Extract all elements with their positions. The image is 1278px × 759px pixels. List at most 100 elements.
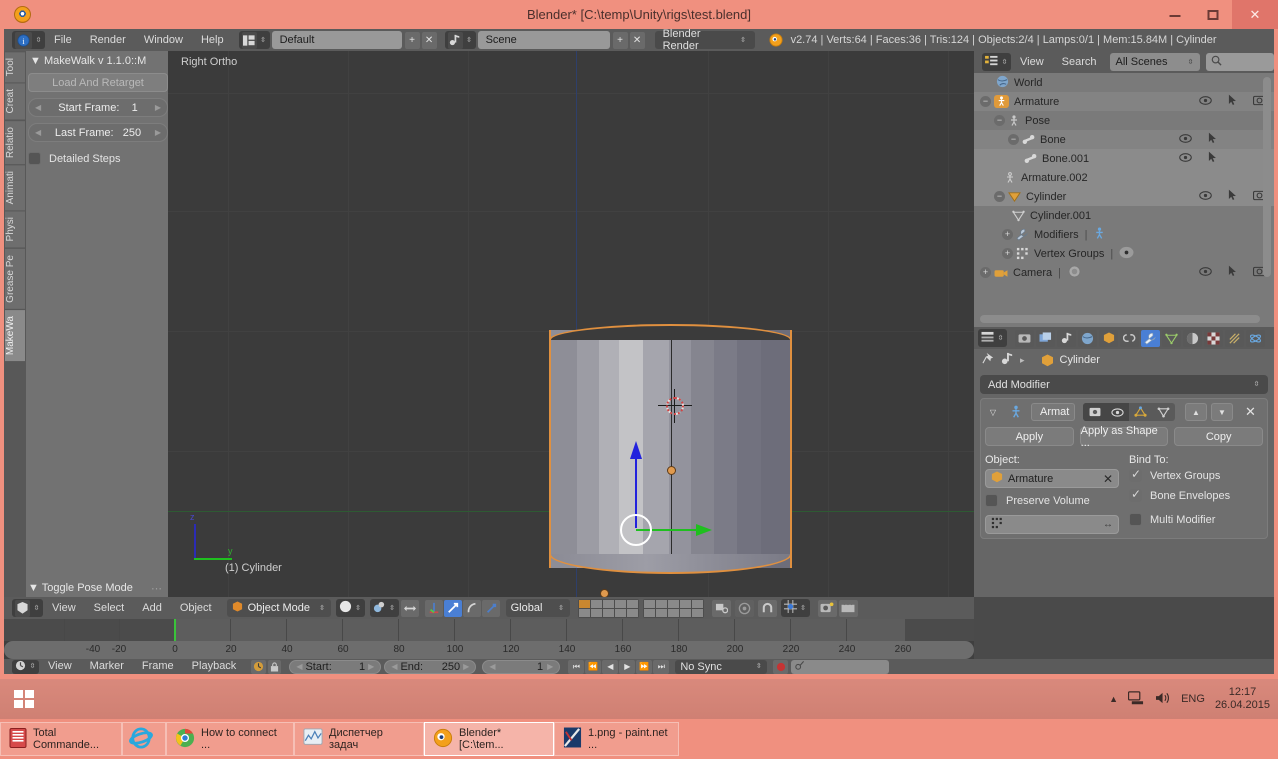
keying-set-field[interactable] — [791, 659, 890, 674]
layer-block-second[interactable] — [642, 598, 704, 618]
manipulator-y-arrowhead[interactable] — [696, 524, 712, 536]
collapse-toggle[interactable]: − — [994, 115, 1005, 126]
cage-toggle-icon[interactable] — [1152, 403, 1175, 421]
menu-object[interactable]: Object — [171, 597, 221, 619]
taskbar-clock[interactable]: 12:17 26.04.2015 — [1215, 686, 1270, 712]
add-screen-layout-button[interactable]: + — [404, 31, 420, 49]
move-down-icon[interactable]: ▼ — [1211, 403, 1233, 421]
editor-type-selector-timeline[interactable]: ⇳ — [12, 659, 39, 674]
properties-editor[interactable]: ⇳ ▸ Cylinder Add Modifier ⇳ ▽ Armat ▲ ▼ … — [974, 327, 1274, 597]
tool-tab-tool[interactable]: Tool — [5, 52, 25, 83]
remove-screen-layout-button[interactable]: ✕ — [421, 31, 437, 49]
properties-tab-data[interactable] — [1162, 329, 1181, 347]
collapse-triangle-icon[interactable]: ▽ — [985, 403, 1001, 421]
editor-type-selector-properties[interactable]: ⇳ — [978, 329, 1007, 347]
detailed-steps-checkbox[interactable] — [28, 152, 41, 165]
eye-icon[interactable] — [1199, 266, 1212, 279]
outliner-tree[interactable]: World − Armature − Pose − Bone Bone.001 … — [974, 73, 1274, 305]
menu-view[interactable]: View — [39, 659, 81, 674]
taskbar-item-paint-net[interactable]: 1.png - paint.net ... — [554, 722, 679, 756]
menu-playback[interactable]: Playback — [183, 659, 246, 674]
makewalk-panel-header[interactable]: ▼ MakeWalk v 1.1.0::M — [28, 51, 168, 73]
render-preview-icon[interactable] — [817, 599, 837, 617]
expand-toggle[interactable]: + — [980, 267, 991, 278]
collapse-toggle[interactable]: − — [1008, 134, 1019, 145]
outliner-row-armature[interactable]: − Armature — [974, 92, 1274, 111]
editor-type-selector-3dview[interactable]: ⇳ — [12, 599, 43, 617]
properties-tab-scene[interactable] — [1057, 329, 1076, 347]
render-engine-selector[interactable]: Blender Render ⇳ — [654, 28, 755, 52]
tool-tab-create[interactable]: Creat — [5, 83, 25, 120]
eye-icon[interactable] — [1179, 133, 1192, 146]
cursor-select-icon[interactable] — [1208, 151, 1217, 166]
translate-manipulator-toggle[interactable] — [443, 599, 462, 617]
chevron-right-icon[interactable]: ▶ — [155, 103, 161, 112]
properties-tab-render-layers[interactable] — [1036, 329, 1055, 347]
scale-manipulator-icon[interactable] — [481, 599, 500, 617]
eye-icon[interactable] — [1179, 152, 1192, 165]
outliner-row-bone-001[interactable]: Bone.001 — [974, 149, 1274, 168]
multi-modifier-row[interactable]: Multi Modifier — [1129, 513, 1263, 526]
apply-as-shape-button[interactable]: Apply as Shape ... — [1079, 425, 1169, 449]
bone-custom-shape-circle[interactable] — [620, 514, 652, 546]
add-modifier-dropdown[interactable]: Add Modifier ⇳ — [980, 375, 1268, 394]
taskbar-item-task-manager[interactable]: Диспетчер задач — [294, 722, 424, 756]
manipulate-center-points-button[interactable] — [400, 599, 419, 617]
properties-tab-particles[interactable] — [1225, 329, 1244, 347]
outliner-row-camera[interactable]: + Camera | — [974, 263, 1274, 282]
pivot-point-selector[interactable]: ⇳ — [369, 599, 399, 617]
bone-envelopes-row[interactable]: Bone Envelopes — [1129, 487, 1263, 502]
taskbar-item-total-commander[interactable]: Total Commande... — [0, 722, 122, 756]
menu-frame[interactable]: Frame — [133, 659, 183, 674]
3d-viewport[interactable]: Right Ortho (1) Cylinder z y — [168, 51, 974, 597]
properties-tab-render[interactable] — [1015, 329, 1034, 347]
start-frame-field[interactable]: ◀ Start: 1 ▶ — [289, 659, 382, 674]
layer-block-first[interactable] — [577, 598, 639, 618]
tool-tab-grease-pencil[interactable]: Grease Pe — [5, 248, 25, 309]
menu-view[interactable]: View — [43, 597, 85, 619]
show-hidden-icons-icon[interactable]: ▲ — [1109, 694, 1118, 704]
screen-layout-selector[interactable]: ⇳ — [238, 31, 270, 49]
screen-layout-field[interactable]: Default — [271, 31, 402, 49]
editmode-toggle-icon[interactable] — [1129, 403, 1152, 421]
interaction-mode-selector[interactable]: Object Mode ⇳ — [226, 599, 331, 617]
group-dot-icon[interactable] — [1119, 246, 1134, 262]
menu-select[interactable]: Select — [85, 597, 134, 619]
properties-tab-object[interactable] — [1099, 329, 1118, 347]
render-toggle-icon[interactable] — [1083, 403, 1106, 421]
cursor-select-icon[interactable] — [1228, 189, 1237, 204]
expand-toggle[interactable]: + — [1002, 229, 1013, 240]
current-frame-field[interactable]: ◀ 1 ▶ — [482, 659, 561, 674]
lock-camera-icon[interactable] — [711, 599, 731, 617]
timeline-playhead[interactable] — [174, 619, 176, 641]
outliner-horizontal-scrollbar[interactable] — [980, 315, 1260, 323]
outliner-row-cylinder[interactable]: − Cylinder — [974, 187, 1274, 206]
end-frame-field[interactable]: ◀ End: 250 ▶ — [384, 659, 477, 674]
language-indicator[interactable]: ENG — [1181, 693, 1205, 705]
viewport-render-icon[interactable] — [838, 599, 858, 617]
viewport-shading-selector[interactable]: ⇳ — [335, 599, 365, 617]
transform-manipulator[interactable] — [620, 439, 740, 549]
menu-file[interactable]: File — [45, 29, 81, 51]
volume-icon[interactable] — [1155, 691, 1171, 708]
menu-search[interactable]: Search — [1053, 51, 1106, 73]
move-up-icon[interactable]: ▲ — [1185, 403, 1207, 421]
load-and-retarget-button[interactable]: Load And Retarget — [28, 73, 168, 92]
network-icon[interactable] — [1128, 690, 1145, 708]
menu-render[interactable]: Render — [81, 29, 135, 51]
vertex-groups-checkbox[interactable] — [1129, 467, 1142, 482]
timeline-ruler[interactable]: -40 -20 0 20 40 60 80 100 120 140 160 18… — [4, 641, 974, 659]
record-dot-icon[interactable] — [773, 659, 789, 674]
proportional-edit-icon[interactable] — [734, 599, 754, 617]
bone-envelopes-checkbox[interactable] — [1129, 487, 1142, 502]
outliner-row-cylinder-001[interactable]: Cylinder.001 — [974, 206, 1274, 225]
camera-data-icon[interactable] — [1067, 264, 1082, 281]
delete-x-icon[interactable]: ✕ — [1245, 404, 1256, 420]
armature-modifier-icon[interactable] — [1093, 227, 1106, 243]
taskbar-item-internet-explorer[interactable] — [122, 722, 166, 756]
tool-tab-makewalk[interactable]: MakeWa — [5, 309, 25, 361]
eye-toggle-icon[interactable] — [1106, 403, 1129, 421]
apply-button[interactable]: Apply — [985, 427, 1074, 446]
properties-tab-material[interactable] — [1183, 329, 1202, 347]
multi-modifier-checkbox[interactable] — [1129, 513, 1142, 526]
